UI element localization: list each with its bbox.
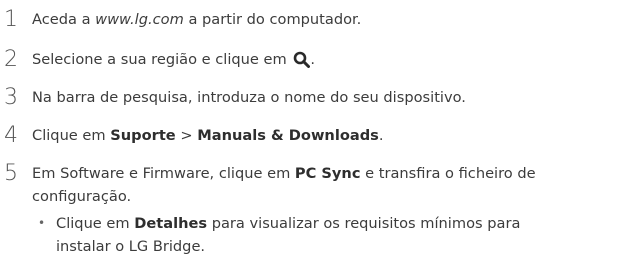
search-icon	[293, 51, 311, 75]
bullet-text-part: instalar o LG Bridge.	[56, 238, 206, 255]
bullet-text-part: Clique em	[56, 215, 135, 232]
menu-manuals-downloads: Manuals & Downloads	[197, 127, 379, 144]
step-number: 2	[4, 47, 18, 72]
pc-sync-label: PC Sync	[294, 165, 361, 182]
step-text-part: .	[378, 127, 384, 144]
step-text-part: configuração.	[32, 188, 132, 205]
step-text-part: Selecione a sua região e clique em	[32, 51, 292, 68]
menu-suporte: Suporte	[110, 127, 176, 144]
step-text-part: >	[175, 127, 198, 144]
bullet-text-part: para visualizar os requisitos mínimos pa…	[207, 215, 521, 232]
step-text-part: e transfira o ficheiro de	[360, 165, 536, 182]
step-number: 5	[4, 161, 18, 186]
step-text: Na barra de pesquisa, introduza o nome d…	[32, 89, 466, 106]
step-number: 4	[4, 123, 18, 148]
step-text: Aceda a www.lg.com a partir do computado…	[32, 8, 632, 31]
step-text-part: .	[310, 51, 316, 68]
step-text-part: Aceda a	[32, 11, 96, 28]
step-text: Selecione a sua região e clique em .	[32, 48, 632, 75]
lg-website-link[interactable]: www.lg.com	[95, 11, 184, 28]
detalhes-label: Detalhes	[134, 215, 208, 232]
step-text-part: a partir do computador.	[183, 11, 362, 28]
step-number: 1	[4, 7, 18, 32]
bullet-dot: •	[38, 216, 46, 230]
step-text-part: Clique em	[32, 127, 111, 144]
step-text: Clique em Suporte > Manuals & Downloads.	[32, 124, 632, 147]
step-text: Em Software e Firmware, clique em PC Syn…	[32, 162, 632, 208]
step-number: 3	[4, 85, 18, 110]
step-text-part: Em Software e Firmware, clique em	[32, 165, 295, 182]
bullet-text: Clique em Detalhes para visualizar os re…	[56, 212, 616, 258]
